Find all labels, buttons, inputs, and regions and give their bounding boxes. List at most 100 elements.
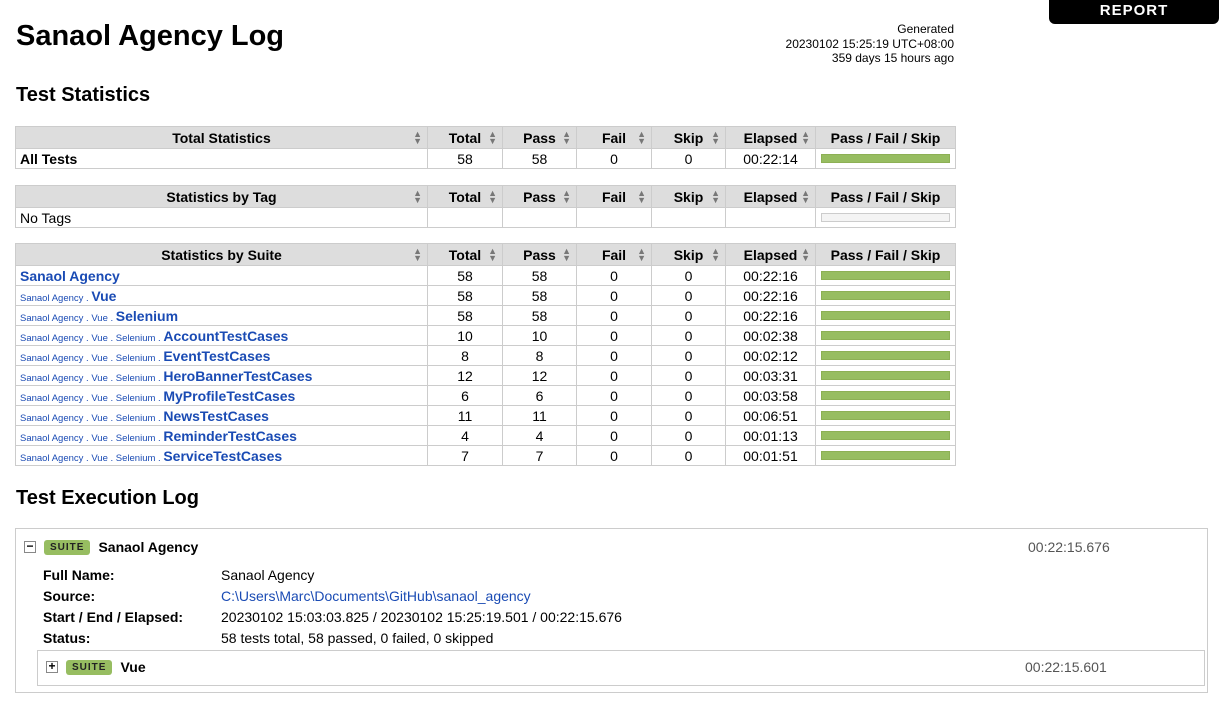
suite-link[interactable]: Vue — [91, 288, 116, 304]
suite-parent-link[interactable]: Sanaol Agency — [20, 453, 83, 464]
column-header-2[interactable]: Fail ▲ ▼ — [576, 243, 652, 266]
cell-total: 58 — [427, 148, 503, 169]
cell-elapsed: 00:06:51 — [725, 405, 816, 426]
sort-icon: ▲ ▼ — [488, 129, 497, 146]
column-header-0[interactable]: Total ▲ ▼ — [427, 185, 503, 208]
meta-value: Sanaol Agency — [221, 566, 315, 583]
column-header-label: Total Statistics — [172, 129, 271, 146]
column-header-name[interactable]: Statistics by Tag ▲ ▼ — [15, 185, 428, 208]
suite-parent-link[interactable]: Selenium — [116, 373, 156, 384]
collapse-toggle[interactable]: − — [24, 540, 36, 553]
sort-icon: ▲ ▼ — [637, 188, 646, 205]
suite-parent-link[interactable]: Vue — [91, 333, 108, 344]
suite-parent-link[interactable]: Vue — [91, 353, 108, 364]
suite-link[interactable]: ServiceTestCases — [163, 448, 282, 464]
table-row: Sanaol Agency . Vue . Selenium 58 58 0 0 00:2… — [15, 305, 956, 326]
suite-parent-link[interactable]: Sanaol Agency — [20, 433, 83, 444]
empty-cell — [651, 207, 726, 228]
suite-parent-link[interactable]: Selenium — [116, 433, 156, 444]
column-header-1[interactable]: Pass ▲ ▼ — [502, 126, 577, 149]
pass-bar — [821, 154, 950, 163]
meta-value: 20230102 15:03:03.825 / 20230102 15:25:1… — [221, 608, 622, 625]
suite-parent-link[interactable]: Vue — [91, 433, 108, 444]
graph-cell — [815, 305, 956, 326]
suite-parent-link[interactable]: Sanaol Agency — [20, 353, 83, 364]
cell-elapsed: 00:01:51 — [725, 445, 816, 466]
cell-skip: 0 — [651, 405, 726, 426]
suite-parent-link[interactable]: Sanaol Agency — [20, 413, 83, 424]
pass-bar — [821, 291, 950, 300]
column-header-4[interactable]: Elapsed ▲ ▼ — [725, 243, 816, 266]
suite-parent-link[interactable]: Sanaol Agency — [20, 333, 83, 344]
suite-parent-link[interactable]: Vue — [91, 453, 108, 464]
suite-link[interactable]: MyProfileTestCases — [163, 388, 295, 404]
suite-parent-link[interactable]: Selenium — [116, 393, 156, 404]
suite-parent-link[interactable]: Selenium — [116, 453, 156, 464]
cell-skip: 0 — [651, 445, 726, 466]
suite-parent-link[interactable]: Sanaol Agency — [20, 373, 83, 384]
expand-toggle[interactable]: + — [46, 660, 58, 673]
generated-ago: 359 days 15 hours ago — [831, 51, 954, 65]
source-link[interactable]: C:\Users\Marc\Documents\GitHub\sanaol_ag… — [221, 588, 531, 604]
cell-total: 12 — [427, 365, 503, 386]
column-header-3[interactable]: Skip ▲ ▼ — [651, 185, 726, 208]
cell-skip: 0 — [651, 425, 726, 446]
pass-bar — [821, 351, 950, 360]
column-header-0[interactable]: Total ▲ ▼ — [427, 243, 503, 266]
suite-link[interactable]: EventTestCases — [163, 348, 270, 364]
suite-link[interactable]: HeroBannerTestCases — [163, 368, 312, 384]
cell-total: 10 — [427, 325, 503, 346]
tag-statistics-table: Statistics by Tag ▲ ▼ Total ▲ ▼ Pass ▲ ▼ Fail ▲ ▼ Sk… — [15, 185, 956, 228]
sort-icon: ▲ ▼ — [562, 246, 571, 263]
suite-name-cell: Sanaol Agency . Vue . Selenium . Service… — [15, 445, 428, 466]
column-header-5[interactable]: Pass / Fail / Skip — [815, 243, 956, 266]
suite-link[interactable]: NewsTestCases — [163, 408, 269, 424]
cell-skip: 0 — [651, 148, 726, 169]
suite-link[interactable]: ReminderTestCases — [163, 428, 297, 444]
suite-header[interactable]: − SUITE Sanaol Agency — [24, 539, 198, 555]
cell-total: 6 — [427, 385, 503, 406]
suite-parent-link[interactable]: Vue — [91, 313, 108, 324]
column-header-2[interactable]: Fail ▲ ▼ — [576, 126, 652, 149]
column-header-5[interactable]: Pass / Fail / Skip — [815, 126, 956, 149]
suite-parent-link[interactable]: Selenium — [116, 333, 156, 344]
suite-parent-link[interactable]: Sanaol Agency — [20, 313, 83, 324]
column-header-4[interactable]: Elapsed ▲ ▼ — [725, 185, 816, 208]
suite-link[interactable]: Sanaol Agency — [20, 268, 120, 284]
pass-bar — [821, 311, 950, 320]
suite-badge: SUITE — [66, 659, 113, 675]
column-header-1[interactable]: Pass ▲ ▼ — [502, 243, 577, 266]
cell-elapsed: 00:22:16 — [725, 265, 816, 286]
cell-pass: 4 — [502, 425, 577, 446]
suite-parent-link[interactable]: Selenium — [116, 353, 156, 364]
column-header-1[interactable]: Pass ▲ ▼ — [502, 185, 577, 208]
suite-parent-link[interactable]: Vue — [91, 413, 108, 424]
suite-parent-link[interactable]: Vue — [91, 373, 108, 384]
column-header-4[interactable]: Elapsed ▲ ▼ — [725, 126, 816, 149]
meta-label: Source: — [43, 587, 96, 604]
cell-pass: 12 — [502, 365, 577, 386]
column-header-name[interactable]: Total Statistics ▲ ▼ — [15, 126, 428, 149]
child-suite-elapsed: 00:22:15.601 — [1025, 659, 1107, 675]
report-button[interactable]: REPORT — [1049, 0, 1219, 24]
suite-parent-link[interactable]: Sanaol Agency — [20, 293, 83, 304]
child-suite-header[interactable]: + SUITE Vue — [46, 659, 146, 675]
column-header-3[interactable]: Skip ▲ ▼ — [651, 243, 726, 266]
separator: . — [107, 432, 116, 444]
column-header-0[interactable]: Total ▲ ▼ — [427, 126, 503, 149]
cell-fail: 0 — [576, 425, 652, 446]
cell-pass: 58 — [502, 265, 577, 286]
cell-elapsed: 00:01:13 — [725, 425, 816, 446]
column-header-2[interactable]: Fail ▲ ▼ — [576, 185, 652, 208]
suite-link[interactable]: AccountTestCases — [163, 328, 288, 344]
suite-parent-link[interactable]: Sanaol Agency — [20, 393, 83, 404]
cell-elapsed: 00:02:38 — [725, 325, 816, 346]
suite-parent-link[interactable]: Vue — [91, 393, 108, 404]
suite-link[interactable]: Selenium — [116, 308, 178, 324]
column-header-name[interactable]: Statistics by Suite ▲ ▼ — [15, 243, 428, 266]
table-row: Sanaol Agency 58 58 0 0 00:22:16 — [15, 265, 956, 286]
cell-total: 58 — [427, 285, 503, 306]
suite-parent-link[interactable]: Selenium — [116, 413, 156, 424]
column-header-5[interactable]: Pass / Fail / Skip — [815, 185, 956, 208]
column-header-3[interactable]: Skip ▲ ▼ — [651, 126, 726, 149]
